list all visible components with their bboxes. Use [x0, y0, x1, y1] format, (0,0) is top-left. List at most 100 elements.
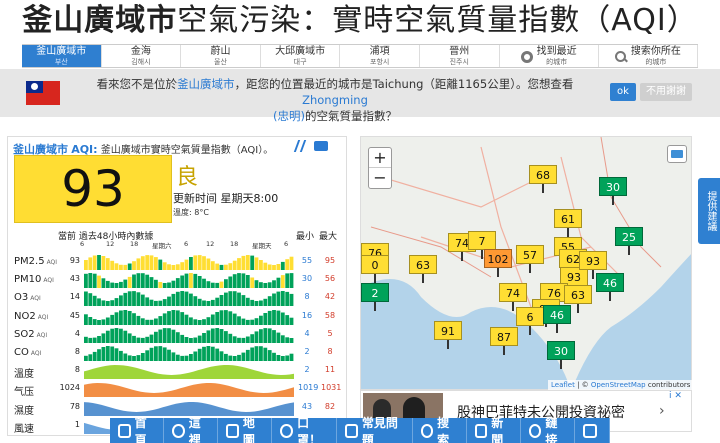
map-station-marker[interactable]: 63 [564, 285, 592, 313]
find-nearest-city-button[interactable]: 找到最近 的城市 [500, 45, 599, 67]
city-tab-gimhae[interactable]: 金海 김해시 [102, 45, 182, 67]
sparkline-bar [267, 282, 272, 289]
pollutant-name: NO2 AQI [14, 310, 49, 322]
map-station-marker[interactable]: 46 [596, 273, 624, 301]
pollutant-row[interactable]: PM2.5 AQI 93 55 95 [8, 253, 346, 272]
city-tab-pohang[interactable]: 浦項 포항시 [340, 45, 420, 67]
map-station-marker[interactable]: 91 [434, 321, 462, 349]
sparkline-bar [105, 258, 110, 270]
map-station-marker[interactable]: 0 [361, 255, 389, 283]
bottom-nav-item[interactable]: 新聞 [467, 416, 521, 443]
bottom-nav-item[interactable]: 搜索 [413, 416, 467, 443]
bottom-nav-item[interactable] [575, 418, 610, 443]
map-station-marker[interactable]: 6 [516, 307, 544, 335]
map-station-marker[interactable]: 46 [543, 305, 571, 333]
no-thanks-button[interactable]: 不用謝謝 [640, 83, 692, 101]
bottom-nav-item[interactable]: 地圖 [218, 416, 273, 443]
bottom-nav-label: 首頁 [134, 415, 147, 443]
pollutant-row[interactable]: PM10 AQI 43 30 56 [8, 271, 346, 290]
map-station-marker[interactable]: 93 [579, 251, 607, 279]
city-tab-jinju[interactable]: 晉州 진주시 [420, 45, 500, 67]
pollutant-row[interactable]: SO2 AQI 4 4 5 [8, 326, 346, 345]
sparkline-bar [145, 350, 150, 361]
sparkline-bar [245, 349, 250, 361]
bottom-nav-item[interactable]: 口罩！ [272, 416, 338, 443]
map-station-marker[interactable]: 2 [361, 283, 389, 311]
feedback-tab[interactable]: 提供建議 [698, 178, 720, 244]
max-header: 最大 [319, 232, 338, 242]
map-station-marker[interactable]: 61 [554, 209, 582, 237]
pollutant-row[interactable]: O3 AQI 14 8 42 [8, 289, 346, 308]
sparkline-bar [285, 292, 290, 307]
sparkline-bar [132, 291, 136, 307]
map-zoom-control: + − [368, 147, 392, 189]
sparkline-bar [254, 317, 259, 325]
sparkline-bar [140, 294, 145, 307]
pollutant-min: 43 [301, 401, 313, 411]
current-city-link[interactable]: 釜山廣域市 [177, 77, 235, 91]
search-city-button[interactable]: 搜索你所在 的城市 [599, 45, 699, 67]
sparkline-bar [289, 273, 294, 289]
sparkline-bar [263, 327, 268, 343]
widget-icon[interactable] [314, 141, 328, 151]
ad-choices-icon[interactable]: i ✕ [669, 391, 682, 401]
bottom-nav-item[interactable]: 首頁 [110, 416, 165, 443]
sparkline-bar [228, 276, 233, 289]
map-station-marker[interactable]: 68 [529, 165, 557, 193]
pollutant-row[interactable]: 溫度 8 2 11 [8, 362, 346, 381]
sparkline-bar [276, 332, 281, 343]
sparkline-bar [140, 353, 145, 361]
map-station-marker[interactable]: 7 [468, 231, 496, 259]
map-station-marker[interactable]: 30 [547, 341, 575, 369]
sparkline-bar [224, 309, 228, 325]
sparkline-bar [180, 334, 185, 343]
city-tab-ulsan[interactable]: 蔚山 울산 [181, 45, 261, 67]
sparkline-bar [219, 309, 224, 325]
chevron-right-icon[interactable]: › [659, 403, 665, 419]
pollutant-name: O3 AQI [14, 292, 41, 304]
map-station-marker[interactable]: 63 [409, 255, 437, 283]
ok-button[interactable]: ok [610, 83, 636, 101]
sparkline-bar [110, 346, 115, 361]
sparkline-bar [154, 301, 158, 307]
city-tab-daegu[interactable]: 大邱廣域市 대구 [261, 45, 341, 67]
sparkline-bar [136, 337, 141, 343]
share-icon[interactable] [293, 140, 307, 152]
map-station-marker[interactable]: 74 [499, 283, 527, 311]
pollutant-current: 1 [74, 419, 80, 429]
sparkline-bar [215, 263, 220, 270]
sparkline-bar [289, 353, 294, 361]
map-station-marker[interactable]: 87 [490, 327, 518, 355]
bottom-nav-item[interactable]: 鏈接 [521, 416, 575, 443]
map-station-marker[interactable]: 25 [615, 227, 643, 255]
sparkline-bar [285, 355, 290, 361]
pollutant-row[interactable]: 气压 1024 1019 1031 [8, 380, 346, 399]
bottom-nav-item[interactable]: 常見問題 [337, 416, 413, 443]
pollutant-row[interactable]: CO AQI 8 2 8 [8, 344, 346, 363]
sparkline-bar [140, 273, 145, 289]
aqi-map[interactable]: 6830612574755760631025762939346274766387… [360, 136, 692, 390]
zoom-in-button[interactable]: + [369, 148, 391, 168]
map-layers-icon[interactable] [667, 145, 687, 163]
min-header: 最小 [296, 232, 315, 242]
sparkline-bar [210, 261, 215, 270]
sparkline-bar [276, 355, 281, 361]
pollutant-row[interactable]: NO2 AQI 45 16 58 [8, 308, 346, 327]
sparkline-bar [97, 319, 101, 325]
sparkline-bar [97, 275, 101, 289]
sparkline-bar [84, 355, 88, 361]
map-station-marker[interactable]: 57 [516, 245, 544, 273]
sparkline-bar [132, 356, 136, 361]
zoom-out-button[interactable]: − [369, 168, 391, 188]
pollutant-row[interactable]: 濕度 78 43 82 [8, 399, 346, 418]
map-station-marker[interactable]: 30 [599, 177, 627, 205]
zhongming-link-alt[interactable]: (忠明) [273, 109, 305, 123]
sparkline-bar [215, 348, 220, 361]
sparkline-bar [267, 296, 272, 307]
city-tab-busan[interactable]: 釜山廣域市 부산 [22, 45, 102, 67]
map-station-marker[interactable]: 102 [484, 249, 512, 277]
hour-tick: 6 [80, 240, 85, 248]
bottom-nav-item[interactable]: 這裡 [164, 416, 219, 443]
zhongming-link[interactable]: Zhongming [302, 93, 368, 107]
sparkline-bar [210, 300, 215, 307]
